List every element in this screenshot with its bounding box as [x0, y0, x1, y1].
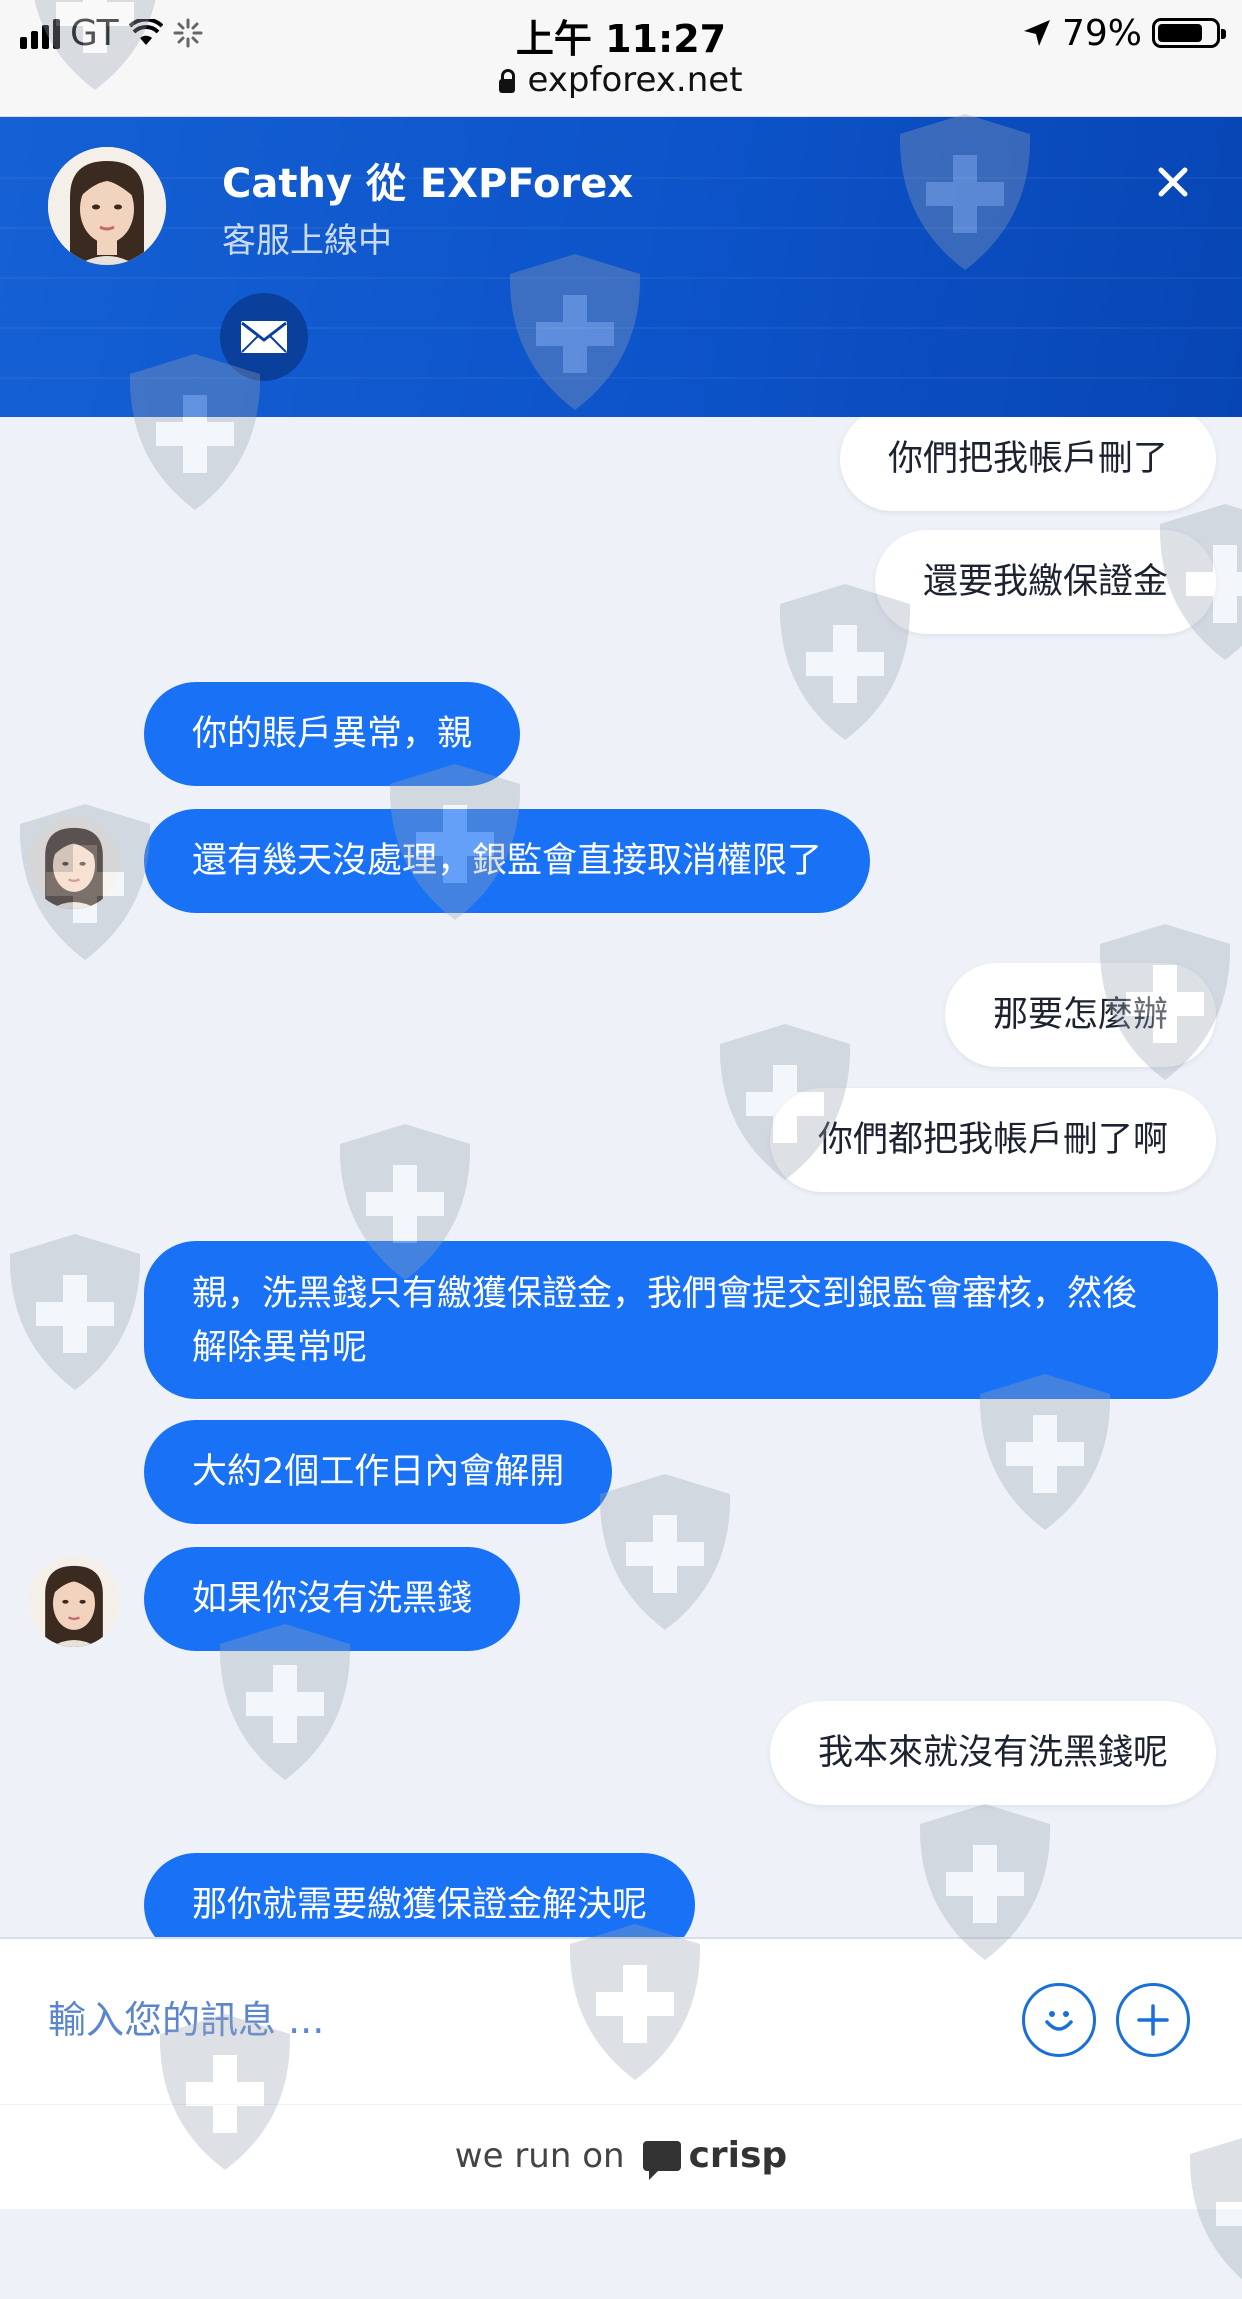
status-bar-right: 79%: [1022, 10, 1226, 56]
message-text: 你們都把我帳戶刪了啊: [817, 1120, 1168, 1160]
message-text: 親，洗黑錢只有繳獲保證金，我們會提交到銀監會審核，然後解除異常呢: [192, 1274, 1138, 1368]
agent-avatar-small: [28, 1555, 120, 1647]
message-incoming: 親，洗黑錢只有繳獲保證金，我們會提交到銀監會審核，然後解除異常呢: [144, 1241, 1218, 1399]
location-arrow-icon: [1023, 20, 1050, 46]
url-text: expforex.net: [527, 60, 743, 100]
message-outgoing: 你們把我帳戶刪了: [839, 417, 1216, 511]
footer-prefix: we run on: [454, 2136, 625, 2176]
envelope-icon: [241, 321, 287, 353]
message-text: 我本來就沒有洗黑錢呢: [817, 1733, 1168, 1773]
footer-brand: crisp: [688, 2135, 788, 2176]
message-outgoing: 還要我繳保證金: [874, 530, 1216, 634]
address-bar[interactable]: expforex.net: [0, 60, 1242, 100]
message-text: 還有幾天沒處理，銀監會直接取消權限了: [192, 841, 823, 881]
message-text: 大約2個工作日內會解開: [192, 1452, 565, 1492]
close-button[interactable]: [1148, 157, 1198, 207]
battery-percent: 79%: [1061, 12, 1142, 54]
message-input[interactable]: 輸入您的訊息 ...: [48, 1989, 324, 2044]
message-incoming: 如果你沒有洗黑錢: [144, 1547, 521, 1651]
smiley-icon: [1045, 2011, 1073, 2031]
message-text: 那你就需要繳獲保證金解決呢: [192, 1885, 648, 1925]
message-incoming: 大約2個工作日內會解開: [144, 1420, 613, 1524]
message-text: 那要怎麼辦: [992, 995, 1168, 1035]
close-icon: [1158, 167, 1188, 197]
status-bar: GT 上午 11:27 79% expforex.net: [0, 0, 1242, 117]
message-incoming: 還有幾天沒處理，銀監會直接取消權限了: [144, 809, 871, 913]
message-list[interactable]: 你們把我帳戶刪了 還要我繳保證金 你的賬戶異常，親 還有幾天沒處理，銀監會直接取…: [0, 417, 1242, 1937]
agent-avatar: [48, 147, 166, 265]
message-text: 還要我繳保證金: [922, 562, 1168, 602]
message-outgoing: 那要怎麼辦: [944, 963, 1216, 1067]
message-text: 你的賬戶異常，親: [192, 714, 473, 754]
agent-name: Cathy 從 EXPForex: [222, 161, 634, 207]
chat-header: Cathy 從 EXPForex 客服上線中: [0, 117, 1242, 417]
message-text: 你們把我帳戶刪了: [887, 439, 1168, 479]
plus-icon: [1137, 2004, 1169, 2036]
message-outgoing: 我本來就沒有洗黑錢呢: [769, 1701, 1216, 1805]
message-text: 如果你沒有洗黑錢: [192, 1579, 473, 1619]
powered-by-footer[interactable]: we run on crisp: [0, 2104, 1242, 2209]
lock-icon: [499, 69, 516, 93]
message-incoming: 你的賬戶異常，親: [144, 682, 521, 786]
emoji-button[interactable]: [1022, 1983, 1096, 2057]
crisp-logo-icon: [642, 2141, 681, 2180]
agent-status: 客服上線中: [222, 221, 392, 261]
battery-icon: [1152, 18, 1226, 48]
message-outgoing: 你們都把我帳戶刪了啊: [769, 1088, 1216, 1192]
message-incoming: 那你就需要繳獲保證金解決呢: [144, 1853, 696, 1937]
email-button[interactable]: [220, 293, 308, 381]
attach-button[interactable]: [1116, 1983, 1190, 2057]
agent-avatar-small: [28, 817, 120, 909]
message-composer: 輸入您的訊息 ...: [0, 1937, 1242, 2105]
